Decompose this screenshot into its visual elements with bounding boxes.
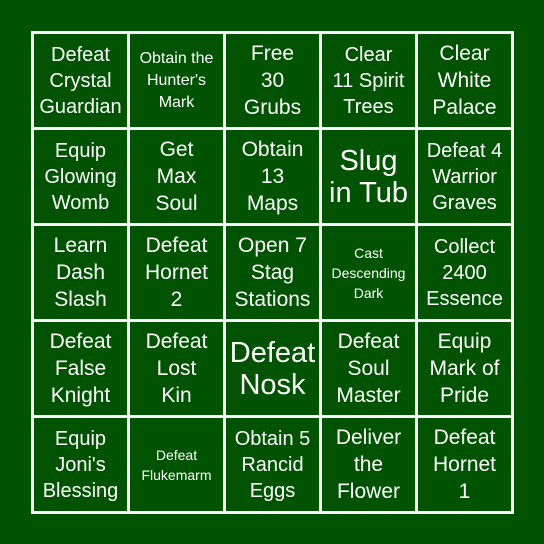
bingo-cell-r5c4[interactable]: Deliver the Flower	[322, 418, 415, 511]
bingo-cell-r2c5[interactable]: Defeat 4 Warrior Graves	[418, 130, 511, 223]
bingo-cell-r3c3[interactable]: Open 7 Stag Stations	[226, 226, 319, 319]
bingo-cell-r5c1[interactable]: Equip Joni's Blessing	[34, 418, 127, 511]
cell-label: Collect 2400 Essence	[426, 235, 503, 310]
cell-label: Equip Joni's Blessing	[42, 427, 119, 502]
cell-label: Equip Mark of Pride	[429, 330, 500, 407]
cell-label: Defeat Hornet 1	[432, 426, 497, 503]
cell-label: Clear 11 Spirit Trees	[332, 43, 405, 118]
bingo-cell-r4c3[interactable]: Defeat Nosk	[226, 322, 319, 415]
cell-label: Defeat Hornet 2	[144, 234, 209, 311]
cell-label: Defeat 4 Warrior Graves	[426, 139, 503, 214]
cell-label: Slug in Tub	[329, 144, 408, 209]
bingo-cell-r1c5[interactable]: Clear White Palace	[418, 34, 511, 127]
bingo-cell-r5c5[interactable]: Defeat Hornet 1	[418, 418, 511, 511]
cell-label: Open 7 Stag Stations	[234, 234, 311, 311]
cell-label: Learn Dash Slash	[53, 234, 108, 311]
bingo-cell-r1c2[interactable]: Obtain the Hunter's Mark	[130, 34, 223, 127]
bingo-cell-r4c4[interactable]: Defeat Soul Master	[322, 322, 415, 415]
cell-label: Get Max Soul	[155, 138, 198, 215]
bingo-cell-r3c2[interactable]: Defeat Hornet 2	[130, 226, 223, 319]
bingo-cell-r2c2[interactable]: Get Max Soul	[130, 130, 223, 223]
cell-label: Defeat Crystal Guardian	[39, 43, 122, 118]
bingo-cell-r4c1[interactable]: Defeat False Knight	[34, 322, 127, 415]
cell-label: Defeat Soul Master	[336, 330, 401, 407]
bingo-cell-r4c2[interactable]: Defeat Lost Kin	[130, 322, 223, 415]
cell-label: Obtain 13 Maps	[241, 138, 304, 215]
cell-label: Defeat Flukemarm	[141, 446, 212, 483]
cell-label: Clear White Palace	[432, 42, 497, 119]
bingo-cell-r2c3[interactable]: Obtain 13 Maps	[226, 130, 319, 223]
cell-label: Defeat Lost Kin	[145, 330, 208, 407]
bingo-cell-r1c3[interactable]: Free 30 Grubs	[226, 34, 319, 127]
bingo-cell-r2c4[interactable]: Slug in Tub	[322, 130, 415, 223]
bingo-board: Defeat Crystal Guardian Obtain the Hunte…	[31, 31, 514, 514]
bingo-cell-r5c2[interactable]: Defeat Flukemarm	[130, 418, 223, 511]
cell-label: Deliver the Flower	[335, 426, 402, 503]
cell-label: Defeat Nosk	[229, 336, 316, 401]
bingo-cell-r3c5[interactable]: Collect 2400 Essence	[418, 226, 511, 319]
cell-label: Obtain 5 Rancid Eggs	[234, 427, 311, 502]
cell-label: Obtain the Hunter's Mark	[139, 49, 214, 111]
cell-label: Cast Descending Dark	[331, 244, 406, 301]
bingo-cell-r4c5[interactable]: Equip Mark of Pride	[418, 322, 511, 415]
bingo-cell-r3c4[interactable]: Cast Descending Dark	[322, 226, 415, 319]
bingo-cell-r3c1[interactable]: Learn Dash Slash	[34, 226, 127, 319]
cell-label: Defeat False Knight	[49, 330, 112, 407]
bingo-cell-r2c1[interactable]: Equip Glowing Womb	[34, 130, 127, 223]
cell-label: Equip Glowing Womb	[44, 139, 117, 214]
bingo-cell-r5c3[interactable]: Obtain 5 Rancid Eggs	[226, 418, 319, 511]
cell-label: Free 30 Grubs	[243, 42, 302, 119]
bingo-cell-r1c4[interactable]: Clear 11 Spirit Trees	[322, 34, 415, 127]
bingo-cell-r1c1[interactable]: Defeat Crystal Guardian	[34, 34, 127, 127]
